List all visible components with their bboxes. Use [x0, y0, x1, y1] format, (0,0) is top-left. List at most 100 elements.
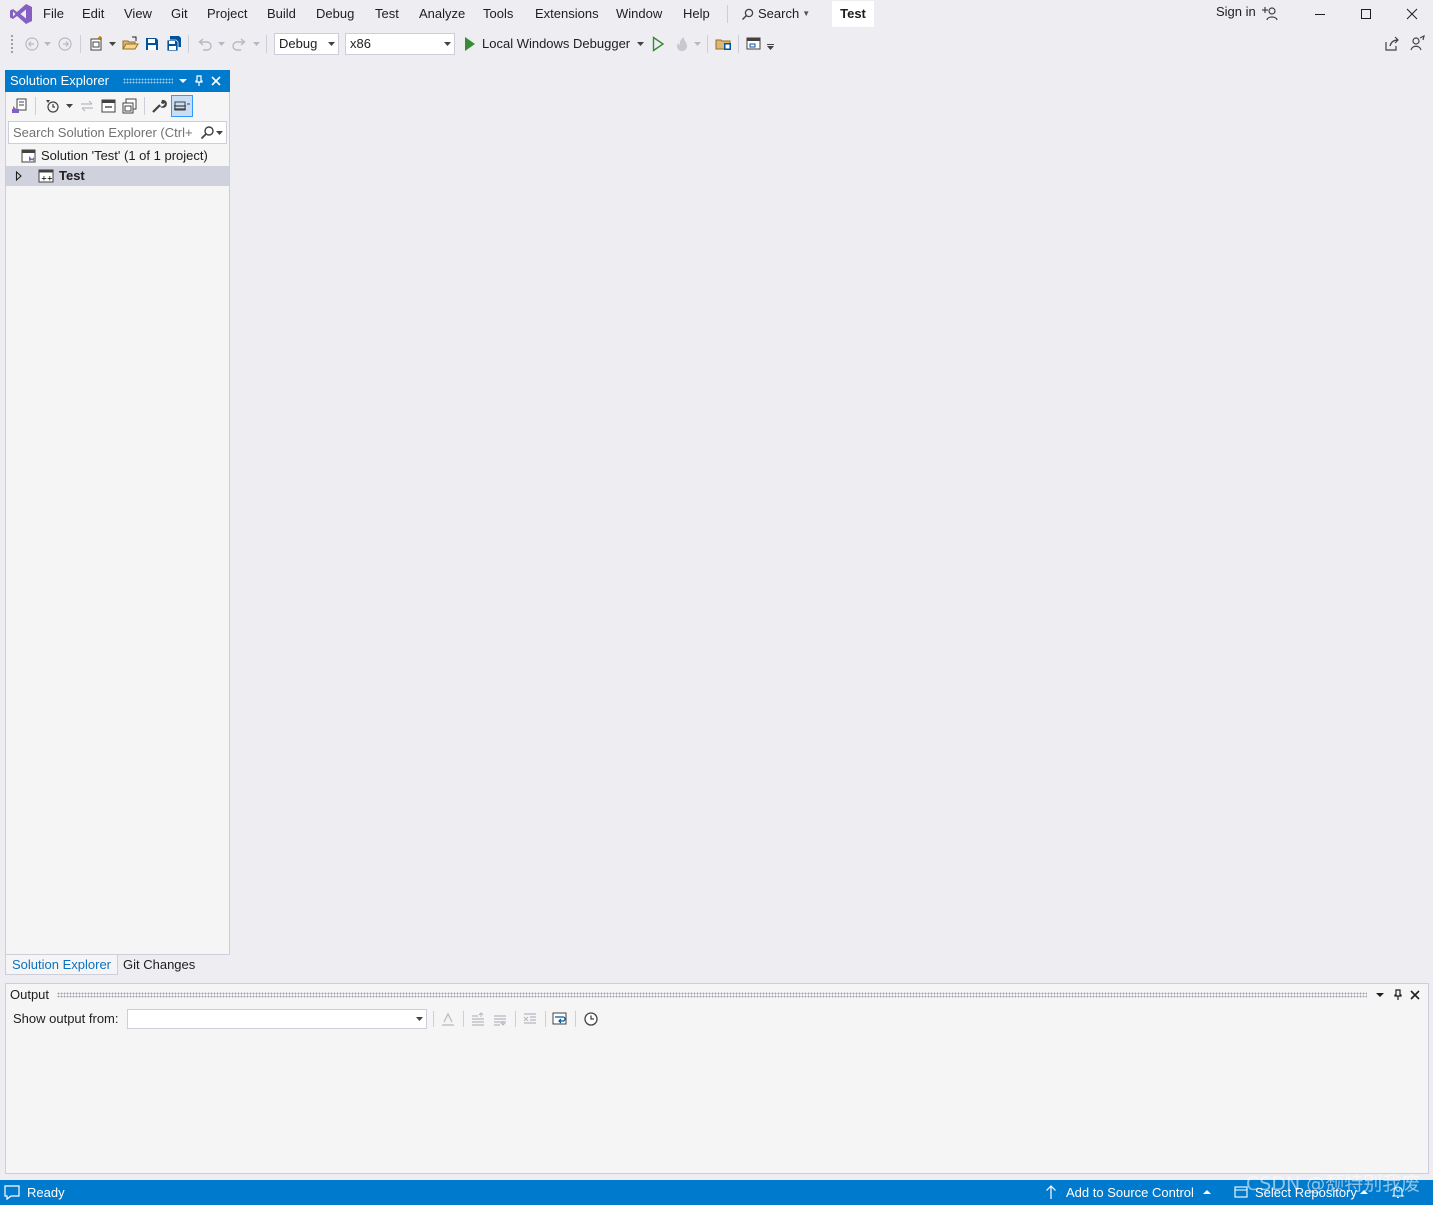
- chevron-down-icon[interactable]: [109, 41, 116, 47]
- toolbar-options-icon[interactable]: [767, 44, 774, 50]
- show-all-files-icon[interactable]: [121, 97, 139, 115]
- menu-build[interactable]: Build: [266, 5, 297, 23]
- menu-test[interactable]: Test: [374, 5, 400, 23]
- toolbar-grip[interactable]: [10, 34, 14, 54]
- close-icon[interactable]: [209, 73, 223, 89]
- close-icon[interactable]: [1408, 987, 1422, 1003]
- configuration-value: Debug: [279, 36, 318, 51]
- switch-views-icon[interactable]: [11, 97, 29, 115]
- titlebar-grip: [57, 992, 1367, 998]
- menu-file[interactable]: File: [42, 5, 65, 23]
- chevron-up-icon[interactable]: [1203, 1189, 1211, 1195]
- menu-git[interactable]: Git: [170, 5, 189, 23]
- expand-arrow-icon[interactable]: [15, 171, 23, 181]
- start-debugging-button-label[interactable]: Local Windows Debugger: [482, 35, 630, 53]
- feedback-icon[interactable]: [1407, 34, 1427, 54]
- go-to-previous-message-icon[interactable]: [469, 1010, 487, 1028]
- toggle-word-wrap-icon[interactable]: [551, 1010, 569, 1028]
- output-title: Output: [10, 987, 50, 1002]
- add-to-source-control-button[interactable]: Add to Source Control: [1066, 1184, 1194, 1201]
- chevron-down-icon[interactable]: [637, 41, 644, 47]
- menu-project[interactable]: Project: [206, 5, 248, 23]
- solution-icon: [21, 149, 37, 163]
- titlebar-grip: [123, 78, 173, 84]
- tree-item-project[interactable]: ++ Test: [6, 166, 229, 186]
- chevron-down-icon: [416, 1017, 423, 1021]
- sync-with-active-document-icon[interactable]: [78, 97, 96, 115]
- solution-explorer-toolbar: [6, 93, 229, 120]
- tab-solution-explorer[interactable]: Solution Explorer: [5, 955, 118, 975]
- sign-in-link[interactable]: Sign in: [1216, 3, 1256, 21]
- solution-explorer-search-input[interactable]: [13, 124, 193, 141]
- chevron-down-icon[interactable]: [218, 41, 225, 47]
- watermark-text: CSDN @颓特别我废: [1246, 1173, 1421, 1195]
- toolbar-separator: [35, 97, 36, 115]
- save-icon[interactable]: [142, 34, 162, 54]
- window-maximize-button[interactable]: [1350, 3, 1382, 25]
- pin-icon[interactable]: [192, 73, 206, 89]
- menu-view[interactable]: View: [123, 5, 153, 23]
- save-all-icon[interactable]: [164, 34, 184, 54]
- open-file-icon[interactable]: [120, 34, 140, 54]
- menu-debug[interactable]: Debug: [315, 5, 355, 23]
- solution-explorer-search[interactable]: [8, 121, 227, 144]
- properties-wrench-icon[interactable]: [150, 97, 168, 115]
- chevron-down-icon[interactable]: [694, 41, 701, 47]
- search-label: Search: [758, 6, 800, 21]
- menu-extensions[interactable]: Extensions: [534, 5, 600, 23]
- pin-icon[interactable]: [1391, 987, 1405, 1003]
- window-position-dropdown-icon[interactable]: [1373, 987, 1387, 1003]
- solution-explorer-titlebar[interactable]: Solution Explorer: [5, 70, 230, 92]
- chevron-down-icon[interactable]: [253, 41, 260, 47]
- navigate-forward-icon[interactable]: [55, 34, 75, 54]
- undo-icon[interactable]: [195, 34, 215, 54]
- hot-reload-icon[interactable]: [672, 34, 692, 54]
- go-to-next-message-icon[interactable]: [491, 1010, 509, 1028]
- toolbar-separator: [463, 1011, 464, 1027]
- window-layout-icon[interactable]: [744, 34, 764, 54]
- solution-configuration-select[interactable]: Debug: [274, 33, 339, 55]
- chevron-down-icon[interactable]: [44, 41, 51, 47]
- svg-text:++: ++: [41, 175, 53, 183]
- tree-item-solution[interactable]: Solution 'Test' (1 of 1 project): [6, 146, 229, 166]
- chevron-down-icon: [444, 42, 451, 46]
- toolbar-separator: [266, 35, 267, 53]
- output-titlebar[interactable]: Output: [5, 983, 1429, 1005]
- search-icon[interactable]: [199, 125, 215, 141]
- live-share-icon[interactable]: [1382, 34, 1402, 54]
- clear-all-icon[interactable]: [521, 1010, 539, 1028]
- preview-selected-items-icon[interactable]: [171, 95, 193, 117]
- open-folder-in-explorer-icon[interactable]: [714, 34, 734, 54]
- tab-git-changes[interactable]: Git Changes: [117, 955, 201, 975]
- toolbar-separator: [433, 1011, 434, 1027]
- menu-window[interactable]: Window: [615, 5, 663, 23]
- find-message-in-code-icon[interactable]: [439, 1010, 457, 1028]
- pending-changes-filter-icon[interactable]: [43, 97, 61, 115]
- menu-edit[interactable]: Edit: [81, 5, 105, 23]
- toolbar-separator: [80, 35, 81, 53]
- visual-studio-logo-icon[interactable]: [9, 3, 33, 25]
- live-share-person-icon[interactable]: [1262, 5, 1280, 23]
- window-position-dropdown-icon[interactable]: [176, 73, 190, 89]
- toolbar-separator: [575, 1011, 576, 1027]
- menu-tools[interactable]: Tools: [482, 5, 514, 23]
- window-minimize-button[interactable]: [1304, 3, 1336, 25]
- solution-platform-select[interactable]: x86: [345, 33, 455, 55]
- start-debugging-icon[interactable]: [460, 34, 480, 54]
- chevron-down-icon[interactable]: [216, 131, 223, 135]
- start-without-debugging-icon[interactable]: [648, 34, 668, 54]
- show-timestamps-clock-icon[interactable]: [582, 1010, 600, 1028]
- navigate-back-icon[interactable]: [22, 34, 42, 54]
- output-source-select[interactable]: [127, 1009, 427, 1029]
- window-close-button[interactable]: [1396, 3, 1428, 25]
- collapse-all-icon[interactable]: [100, 97, 118, 115]
- output-text-area[interactable]: [6, 1032, 1428, 1173]
- redo-icon[interactable]: [229, 34, 249, 54]
- search-button[interactable]: Search ▼: [741, 4, 810, 24]
- chevron-down-icon[interactable]: [66, 104, 73, 108]
- new-project-icon[interactable]: [87, 34, 107, 54]
- menu-help[interactable]: Help: [682, 5, 711, 23]
- menu-analyze[interactable]: Analyze: [418, 5, 466, 23]
- arrow-up-icon[interactable]: [1045, 1184, 1057, 1200]
- toolbar-separator: [515, 1011, 516, 1027]
